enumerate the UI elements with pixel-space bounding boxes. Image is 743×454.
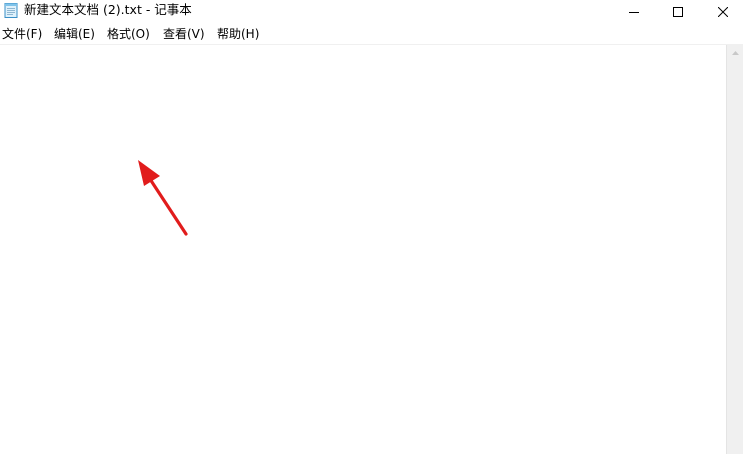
vertical-scrollbar[interactable] (726, 45, 743, 454)
menu-format[interactable]: 格式(O) (107, 24, 150, 44)
annotation-arrow-icon (128, 152, 198, 244)
menu-bar: 文件(F) 编辑(E) 格式(O) 查看(V) 帮助(H) (0, 24, 743, 44)
minimize-button[interactable] (611, 0, 657, 22)
title-bar[interactable]: 新建文本文档 (2).txt - 记事本 (0, 0, 743, 22)
close-icon (717, 2, 729, 21)
close-button[interactable] (700, 0, 743, 22)
notepad-icon (4, 2, 18, 18)
maximize-button[interactable] (655, 0, 701, 22)
menu-file[interactable]: 文件(F) (2, 24, 42, 44)
menu-help[interactable]: 帮助(H) (217, 24, 259, 44)
notepad-window: 新建文本文档 (2).txt - 记事本 文件(F) 编辑(E) 格式(O) 查… (0, 0, 743, 454)
window-title: 新建文本文档 (2).txt - 记事本 (24, 2, 192, 17)
text-editor-area[interactable] (0, 45, 725, 454)
minimize-icon (629, 2, 639, 21)
scroll-up-arrow-icon[interactable] (727, 45, 743, 61)
maximize-icon (673, 2, 683, 21)
menu-view[interactable]: 查看(V) (163, 24, 205, 44)
menu-edit[interactable]: 编辑(E) (54, 24, 95, 44)
